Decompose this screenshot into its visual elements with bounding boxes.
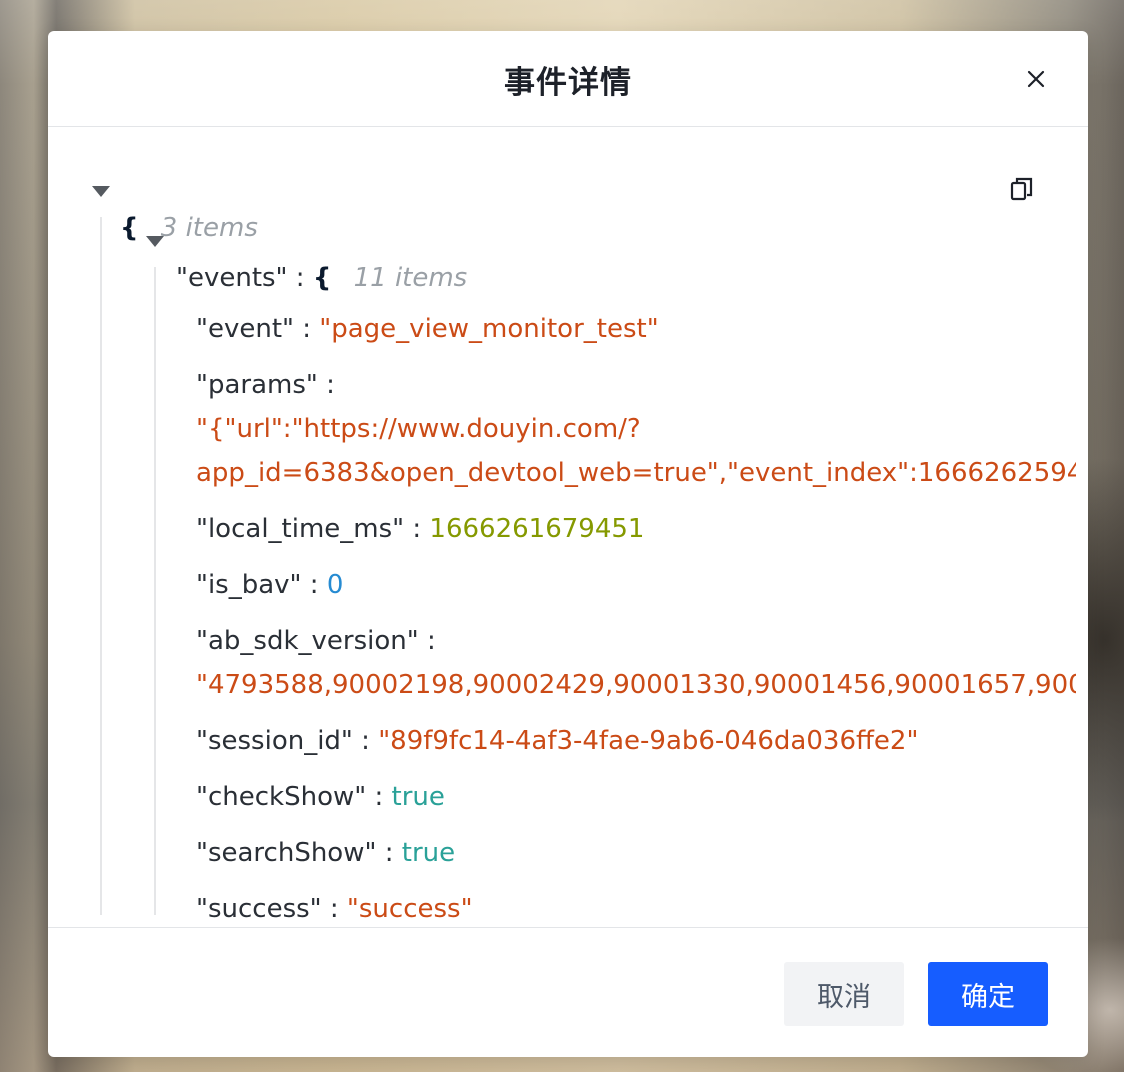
colon: : (384, 838, 402, 868)
entry-value: true (401, 838, 456, 868)
json-entry-session-id: "session_id" : "89f9fc14-4af3-4fae-9ab6-… (196, 721, 918, 761)
json-root-row: { 3 items (120, 208, 258, 248)
json-entry-is-bav: "is_bav" : 0 (196, 565, 343, 605)
colon: : (426, 626, 436, 656)
colon: : (361, 726, 379, 756)
root-open-brace: { (120, 213, 139, 243)
colon: : (326, 370, 335, 400)
json-entry-search-show: "searchShow" : true (196, 833, 455, 873)
entry-value: "success" (346, 894, 473, 924)
json-entry-check-show: "checkShow" : true (196, 777, 445, 817)
copy-icon[interactable] (1010, 176, 1034, 202)
close-icon[interactable] (1024, 67, 1048, 91)
entry-value: 1666261679451 (429, 514, 645, 544)
root-guide-line (100, 217, 102, 915)
event-detail-modal: 事件详情 { 3 items "events": {11 items "ev… (48, 31, 1088, 1057)
colon: : (295, 263, 313, 293)
events-key: "events" (176, 263, 288, 293)
events-guide-line (154, 267, 156, 915)
modal-body: { 3 items "events" : { 11 items "event" … (48, 127, 1088, 927)
events-item-count: 11 items (353, 263, 468, 293)
entry-value: "page_view_monitor_test" (319, 314, 659, 344)
modal-title: 事件详情 (504, 65, 632, 101)
json-entry-local-time-ms: "local_time_ms" : 1666261679451 (196, 509, 644, 549)
colon: : (309, 570, 327, 600)
colon: : (374, 782, 392, 812)
modal-footer: 取消 确定 (48, 927, 1088, 1057)
colon: : (329, 894, 347, 924)
modal-header: 事件详情 (48, 31, 1088, 127)
json-entry-params: "params" : (196, 365, 335, 405)
collapse-events-toggle[interactable] (146, 236, 164, 247)
entry-value-line-2: app_id=6383&open_devtool_web=true","even… (196, 458, 1076, 488)
events-open-brace: { (312, 263, 332, 293)
entry-value: "89f9fc14-4af3-4fae-9ab6-046da036ffe2" (378, 726, 919, 756)
root-item-count: 3 items (160, 213, 258, 243)
json-entry-ab-sdk-version: "ab_sdk_version" : (196, 621, 436, 661)
entry-value: "4793588,90002198,90002429,90001330,9000… (196, 670, 1076, 700)
json-events-row: "events" : { 11 items (176, 258, 467, 298)
entry-key: "params" (196, 370, 318, 400)
collapse-root-toggle[interactable] (92, 186, 110, 197)
entry-value-line-1: "{"url":"https://www.douyin.com/? (196, 414, 641, 444)
entry-key: "session_id" (196, 726, 353, 756)
json-entry-success: "success" : "success" (196, 889, 473, 927)
entry-key: "is_bav" (196, 570, 302, 600)
entry-key: "local_time_ms" (196, 514, 405, 544)
json-entry-event: "event" : "page_view_monitor_test" (196, 309, 659, 349)
colon: : (412, 514, 430, 544)
cancel-button[interactable]: 取消 (784, 962, 904, 1026)
colon: : (302, 314, 320, 344)
entry-key: "event" (196, 314, 294, 344)
entry-key: "checkShow" (196, 782, 367, 812)
entry-key: "success" (196, 894, 322, 924)
entry-key: "searchShow" (196, 838, 377, 868)
confirm-button[interactable]: 确定 (928, 962, 1048, 1026)
entry-value: 0 (326, 570, 344, 600)
entry-value: true (391, 782, 445, 812)
entry-key: "ab_sdk_version" (196, 626, 419, 656)
